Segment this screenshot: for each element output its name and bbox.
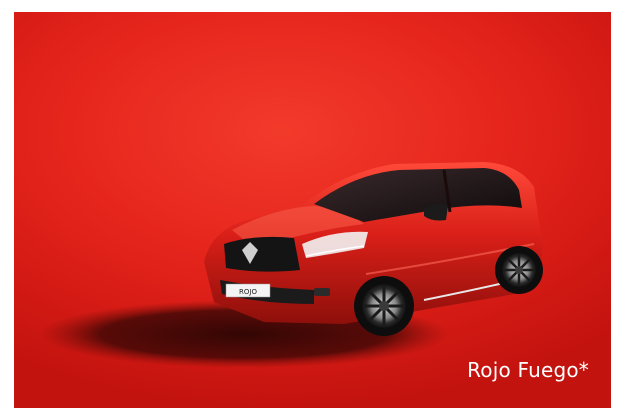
- hero-image-frame: ROJO Rojo Fuego*: [14, 12, 611, 408]
- color-name-label: Rojo Fuego*: [467, 358, 589, 382]
- front-wheel: [354, 276, 414, 336]
- car-photo: ROJO: [39, 162, 543, 368]
- rear-wheel: [495, 246, 543, 294]
- license-plate-text: ROJO: [239, 288, 257, 296]
